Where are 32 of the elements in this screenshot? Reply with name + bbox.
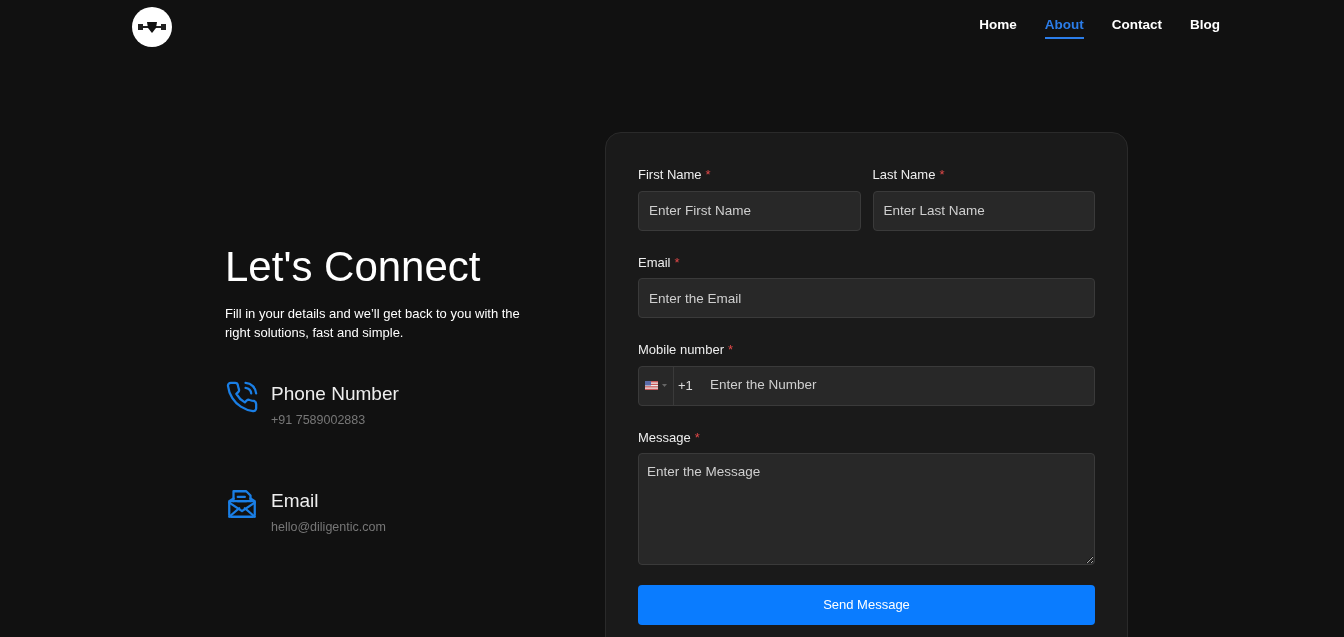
- message-field[interactable]: Enter the Message: [638, 453, 1095, 565]
- required-mark: *: [728, 341, 734, 359]
- input-field[interactable]: Enter the Email: [638, 278, 1095, 318]
- field-label: Last Name: [872, 166, 936, 184]
- contact-title: Email: [271, 489, 320, 514]
- field-label: Mobile number: [638, 341, 724, 359]
- dial-code: +1: [677, 376, 694, 395]
- required-mark: *: [939, 166, 945, 184]
- required-mark: *: [694, 428, 700, 447]
- required-mark: *: [705, 166, 711, 184]
- intro-text: Fill in your details and we’ll get back to you with the right solutions, fast and simple.: [225, 305, 521, 342]
- field-label: Email: [638, 253, 671, 272]
- input-field[interactable]: Enter First Name: [638, 190, 861, 231]
- contact-value: +91 7589002883: [271, 411, 367, 429]
- nav-link[interactable]: Contact: [1111, 14, 1162, 40]
- field-label: First Name: [638, 166, 702, 184]
- phone-field[interactable]: +1 Enter the Number: [638, 365, 1095, 406]
- contact-title: Phone Number: [271, 382, 399, 406]
- send-message-button[interactable]: Send Message: [638, 585, 1095, 625]
- contact-value: hello@diligentic.com: [271, 518, 386, 536]
- field-label: Message: [638, 428, 691, 447]
- nav-link[interactable]: Home: [979, 14, 1017, 40]
- required-mark: *: [674, 253, 680, 272]
- logo[interactable]: [132, 7, 172, 47]
- flag-icon[interactable]: [645, 381, 658, 390]
- phone-icon: [225, 380, 259, 414]
- caret-icon[interactable]: [662, 384, 667, 387]
- nav-link[interactable]: About: [1044, 14, 1084, 40]
- number-input[interactable]: Enter the Number: [710, 375, 1094, 396]
- nav-link[interactable]: Blog: [1190, 14, 1220, 40]
- input-field[interactable]: Enter Last Name: [872, 190, 1095, 231]
- page-title: Let's Connect: [225, 246, 482, 288]
